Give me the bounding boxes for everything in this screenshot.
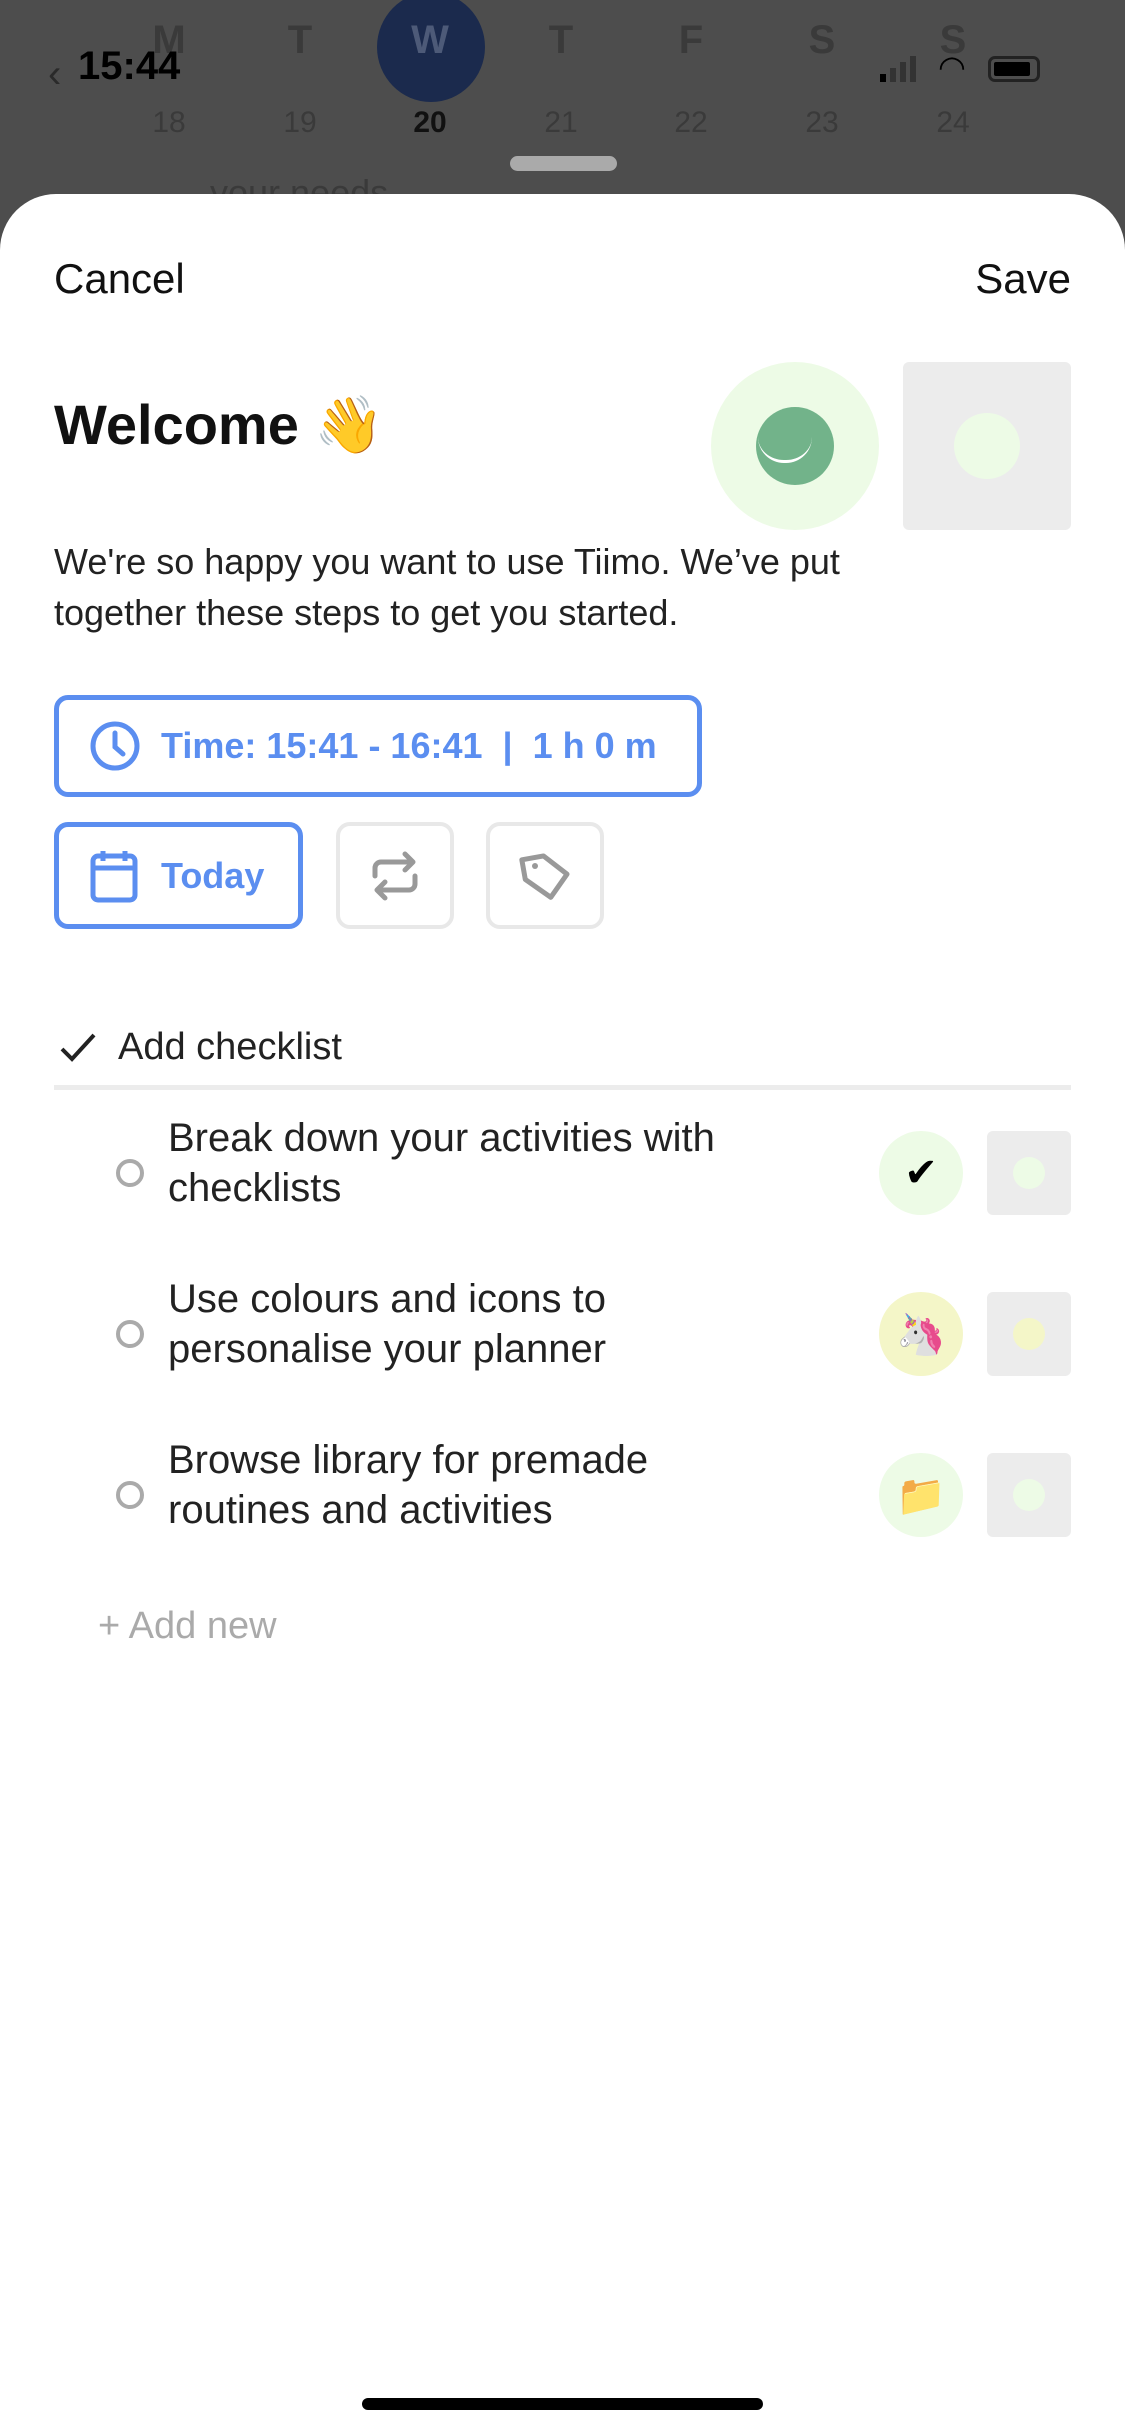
checklist-item-icon[interactable]: 📁 [879, 1453, 963, 1537]
checklist-item-colour-button[interactable] [987, 1453, 1071, 1537]
checklist-radio[interactable] [116, 1159, 144, 1187]
activity-title[interactable]: Welcome 👋 [54, 392, 384, 458]
weekday-letter[interactable]: W [375, 18, 485, 63]
wifi-icon: ◠ [938, 49, 966, 85]
checklist-item-text[interactable]: Browse library for premade routines and … [168, 1435, 728, 1535]
checkmark-icon [60, 1033, 96, 1062]
date-button[interactable]: Today [54, 822, 303, 929]
colour-dot [1013, 1318, 1045, 1350]
divider [54, 1085, 1071, 1090]
calendar-icon [90, 850, 138, 902]
weekday-date[interactable]: 24 [898, 106, 1008, 140]
weekday-date[interactable]: 21 [506, 106, 616, 140]
tag-icon [519, 852, 570, 900]
status-icons: ◠ [880, 49, 1040, 85]
add-checklist-toggle[interactable]: Add checklist [58, 1026, 342, 1069]
repeat-button[interactable] [336, 822, 454, 929]
weekday-letter[interactable]: F [636, 18, 746, 63]
checklist-item: Use colours and icons to personalise you… [0, 1274, 1125, 1394]
sheet-drag-handle[interactable] [510, 156, 617, 171]
weekday-date[interactable]: 18 [114, 106, 224, 140]
signal-icon [880, 56, 916, 82]
weekday-date[interactable]: 19 [245, 106, 355, 140]
add-new-item-button[interactable]: + Add new [98, 1605, 277, 1648]
checklist-item: Browse library for premade routines and … [0, 1435, 1125, 1555]
colour-dot [954, 413, 1020, 479]
checklist-item-icon[interactable]: 🦄 [879, 1292, 963, 1376]
checklist-radio[interactable] [116, 1320, 144, 1348]
status-time: 15:44 [78, 44, 181, 88]
description: We're so happy you want to use Tiimo. We… [54, 541, 840, 633]
weekday-letter[interactable]: T [506, 18, 616, 63]
save-button[interactable]: Save [975, 255, 1071, 303]
checklist-item-colour-button[interactable] [987, 1292, 1071, 1376]
checklist-item-text[interactable]: Use colours and icons to personalise you… [168, 1274, 728, 1374]
checklist-radio[interactable] [116, 1481, 144, 1509]
date-label: Today [161, 854, 265, 896]
weekday-letter[interactable]: T [245, 18, 355, 63]
colour-picker-button[interactable] [903, 362, 1071, 530]
clock-icon [90, 721, 140, 771]
time-button[interactable]: Time: 15:41 - 16:41 | 1 h 0 m [54, 695, 702, 797]
colour-dot [1013, 1479, 1045, 1511]
weekday-date[interactable]: 20 [375, 106, 485, 140]
checklist-item-icon[interactable]: ✔ [879, 1131, 963, 1215]
tag-button[interactable] [486, 822, 604, 929]
tiimo-smile-icon [756, 407, 834, 485]
time-label: Time: 15:41 - 16:41 | 1 h 0 m [161, 725, 657, 766]
weekday-letter[interactable]: S [767, 18, 877, 63]
weekday-date[interactable]: 23 [767, 106, 877, 140]
cancel-button[interactable]: Cancel [54, 255, 185, 303]
checklist-item: Break down your activities with checklis… [0, 1113, 1125, 1233]
add-checklist-label: Add checklist [118, 1026, 342, 1068]
checklist-item-colour-button[interactable] [987, 1131, 1071, 1215]
home-indicator [362, 2398, 763, 2410]
weekday-date[interactable]: 22 [636, 106, 746, 140]
activity-icon-button[interactable] [711, 362, 879, 530]
checklist-item-text[interactable]: Break down your activities with checklis… [168, 1113, 728, 1213]
prev-week-icon[interactable]: ‹ [48, 52, 61, 97]
battery-icon [987, 56, 1040, 82]
colour-dot [1013, 1157, 1045, 1189]
repeat-icon [372, 851, 418, 900]
